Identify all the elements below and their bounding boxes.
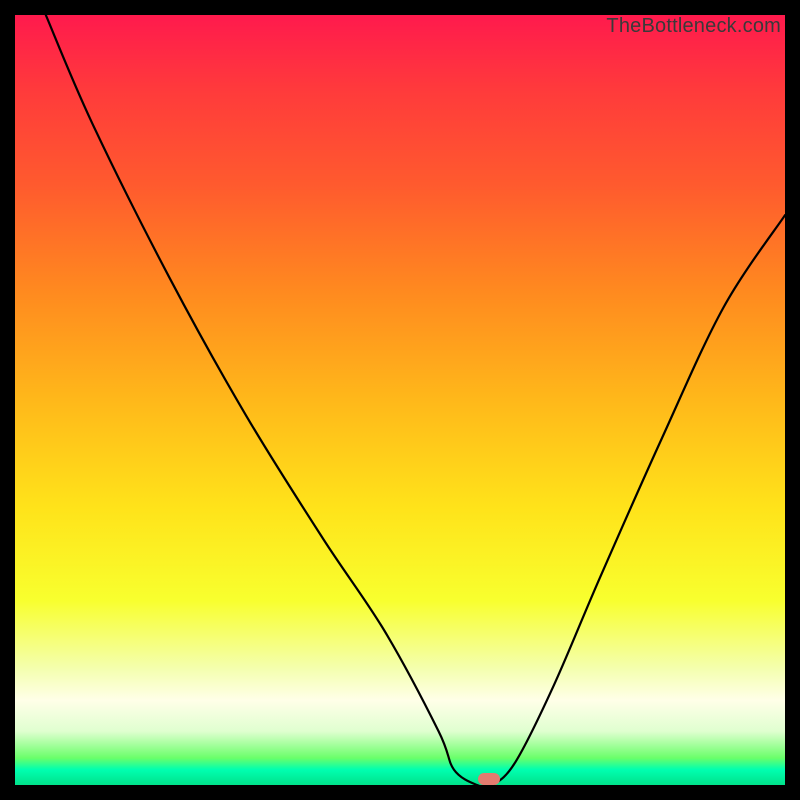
optimal-point-marker (478, 773, 500, 785)
plot-area: TheBottleneck.com (15, 15, 785, 785)
chart-frame: TheBottleneck.com (0, 0, 800, 800)
watermark-text: TheBottleneck.com (606, 15, 781, 38)
bottleneck-curve (15, 15, 785, 785)
